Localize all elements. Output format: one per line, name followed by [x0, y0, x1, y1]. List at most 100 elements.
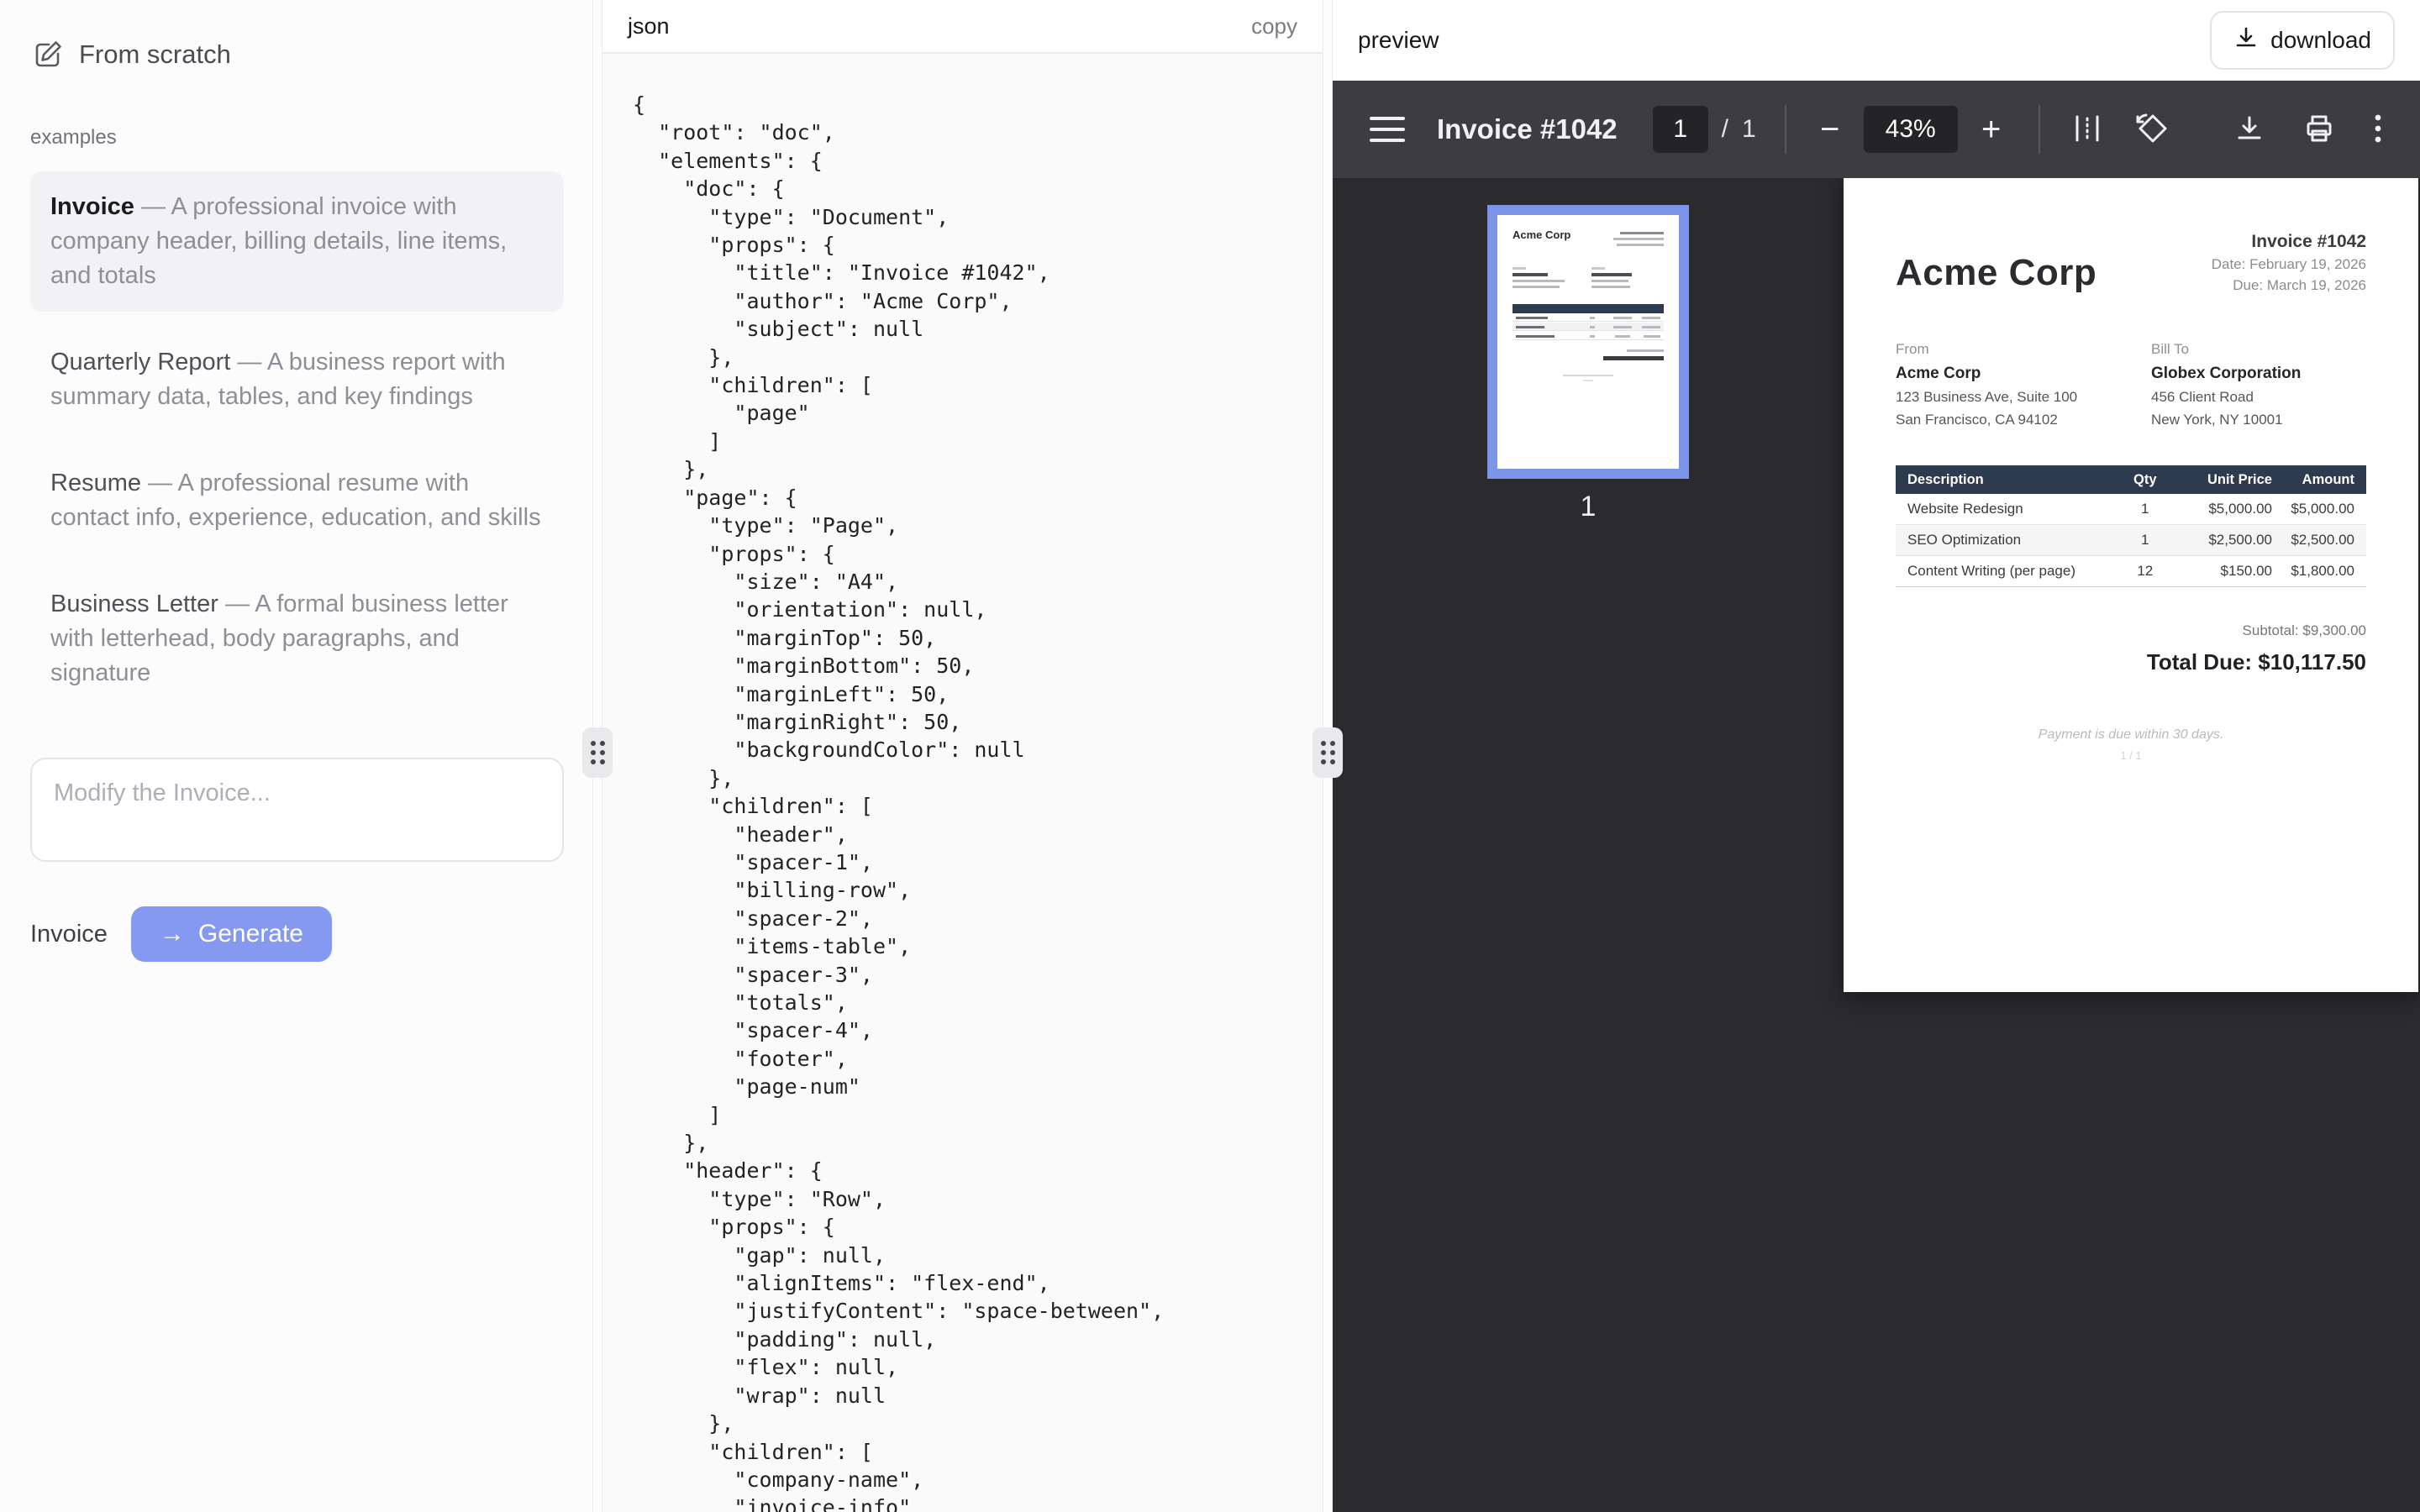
thumbnail-page-number: 1: [1487, 491, 1689, 523]
preview-header: preview download: [1333, 0, 2420, 81]
zoom-level[interactable]: 43%: [1864, 106, 1958, 153]
kebab-menu-icon: [2373, 112, 2383, 148]
invoice-totals: Subtotal: $9,300.00 Total Due: $10,117.5…: [1896, 622, 2366, 675]
example-dash: —: [225, 591, 250, 617]
generate-button-label: Generate: [198, 920, 303, 948]
invoice-page-indicator: 1 / 1: [1896, 749, 2366, 762]
printer-icon: [2302, 112, 2336, 148]
more-options-button[interactable]: [2373, 112, 2383, 148]
example-title: Resume: [50, 470, 141, 496]
edit-pencil-icon: [32, 39, 64, 71]
table-header-row: Description Qty Unit Price Amount: [1896, 465, 2366, 494]
json-code-area[interactable]: { "root": "doc", "elements": { "doc": { …: [602, 54, 1323, 1512]
cell-description: Content Writing (per page): [1896, 563, 2112, 580]
grip-dots-icon: [591, 741, 605, 764]
page-separator: /: [1722, 115, 1728, 144]
copy-button[interactable]: copy: [1251, 13, 1297, 39]
rotate-icon: [2134, 110, 2171, 150]
page-number-input[interactable]: 1: [1653, 106, 1708, 153]
invoice-items-table: Description Qty Unit Price Amount Websit…: [1896, 465, 2366, 587]
cell-qty: 1: [2112, 501, 2178, 517]
bill-to-address-1: 456 Client Road: [2151, 389, 2366, 406]
example-item-resume[interactable]: Resume — A professional resume with cont…: [30, 448, 564, 554]
invoice-payment-note: Payment is due within 30 days.: [1896, 727, 2366, 743]
scroll-mode-icon: [2070, 112, 2104, 148]
thumbnail-company-text: Acme Corp: [1512, 228, 1570, 241]
toolbar-separator: [1785, 105, 1786, 154]
grip-dots-icon: [1321, 741, 1335, 764]
from-scratch-button[interactable]: From scratch: [30, 34, 564, 76]
zoom-out-button[interactable]: −: [1812, 111, 1849, 149]
example-item-invoice[interactable]: Invoice — A professional invoice with co…: [30, 171, 564, 312]
download-icon: [2233, 25, 2259, 56]
panel-resize-grip-left[interactable]: [582, 727, 613, 778]
cell-amount: $5,000.00: [2272, 501, 2366, 517]
page-total: 1: [1742, 115, 1756, 144]
cell-unit-price: $2,500.00: [2178, 532, 2272, 549]
invoice-from-block: From Acme Corp 123 Business Ave, Suite 1…: [1896, 341, 2151, 428]
col-amount: Amount: [2272, 472, 2366, 488]
rotate-page-button[interactable]: [2134, 110, 2171, 150]
invoice-footer: Payment is due within 30 days. 1 / 1: [1896, 727, 2366, 762]
pdf-viewer: Acme Corp: [1333, 178, 2420, 1512]
zoom-in-button[interactable]: +: [1973, 111, 2010, 149]
invoice-due-date: Due: March 19, 2026: [2212, 277, 2366, 294]
generate-button[interactable]: → Generate: [131, 906, 332, 962]
from-label: From: [1896, 341, 2151, 358]
thumbnail-page: Acme Corp: [1497, 215, 1679, 469]
toolbar-separator: [2039, 105, 2040, 154]
cell-amount: $2,500.00: [2272, 532, 2366, 549]
download-button-label: download: [2270, 27, 2371, 54]
download-button[interactable]: download: [2210, 11, 2395, 70]
print-button[interactable]: [2302, 112, 2336, 148]
invoice-page[interactable]: Acme Corp Invoice #1042 Date: February 1…: [1844, 178, 2418, 992]
invoice-total-due: Total Due: $10,117.50: [1896, 649, 2366, 675]
toolbar-download-button[interactable]: [2233, 113, 2265, 147]
invoice-billing-row: From Acme Corp 123 Business Ave, Suite 1…: [1896, 341, 2366, 428]
example-dash: —: [141, 193, 166, 220]
page-thumbnail[interactable]: Acme Corp: [1487, 205, 1689, 523]
cell-description: SEO Optimization: [1896, 532, 2112, 549]
panel-resize-grip-right[interactable]: [1313, 727, 1343, 778]
hamburger-icon: [1370, 117, 1405, 142]
col-description: Description: [1896, 472, 2112, 488]
example-list: Invoice — A professional invoice with co…: [30, 171, 564, 709]
table-row: Content Writing (per page) 12 $150.00 $1…: [1896, 556, 2366, 587]
invoice-subtotal: Subtotal: $9,300.00: [1896, 622, 2366, 639]
from-address-1: 123 Business Ave, Suite 100: [1896, 389, 2151, 406]
bill-to-name: Globex Corporation: [2151, 365, 2366, 383]
arrow-right-icon: →: [160, 920, 185, 948]
invoice-billto-block: Bill To Globex Corporation 456 Client Ro…: [2151, 341, 2366, 428]
json-editor-panel: json copy { "root": "doc", "elements": {…: [602, 0, 1323, 1512]
prompt-input[interactable]: [30, 758, 564, 862]
composer-sidebar: From scratch examples Invoice — A profes…: [0, 0, 592, 1512]
cell-unit-price: $150.00: [2178, 563, 2272, 580]
json-panel-title: json: [628, 13, 670, 39]
cell-description: Website Redesign: [1896, 501, 2112, 517]
example-item-business-letter[interactable]: Business Letter — A formal business lett…: [30, 569, 564, 709]
thumbnail-selection-frame: Acme Corp: [1487, 205, 1689, 479]
invoice-number: Invoice #1042: [2212, 232, 2366, 252]
sidebar-toggle-button[interactable]: [1370, 117, 1405, 142]
example-title: Invoice: [50, 193, 134, 220]
bill-to-label: Bill To: [2151, 341, 2366, 358]
plus-icon: +: [1973, 111, 2010, 149]
table-row: Website Redesign 1 $5,000.00 $5,000.00: [1896, 494, 2366, 525]
minus-icon: −: [1812, 111, 1849, 149]
generate-row: Invoice → Generate: [30, 906, 564, 962]
invoice-company-name: Acme Corp: [1896, 252, 2096, 294]
download-icon: [2233, 113, 2265, 147]
json-code: { "root": "doc", "elements": { "doc": { …: [602, 54, 1323, 1512]
table-row: SEO Optimization 1 $2,500.00 $2,500.00: [1896, 525, 2366, 556]
doc-type-label: Invoice: [30, 921, 108, 948]
example-item-quarterly-report[interactable]: Quarterly Report — A business report wit…: [30, 327, 564, 433]
preview-panel: preview download Invoice #1042 1 / 1 −: [1333, 0, 2420, 1512]
examples-section-label: examples: [30, 126, 564, 150]
from-name: Acme Corp: [1896, 365, 2151, 383]
scroll-mode-button[interactable]: [2070, 112, 2104, 148]
example-dash: —: [237, 349, 261, 375]
app-window: From scratch examples Invoice — A profes…: [0, 0, 2420, 1512]
pdf-toolbar: Invoice #1042 1 / 1 − 43% +: [1333, 81, 2420, 178]
cell-amount: $1,800.00: [2272, 563, 2366, 580]
bill-to-address-2: New York, NY 10001: [2151, 412, 2366, 428]
